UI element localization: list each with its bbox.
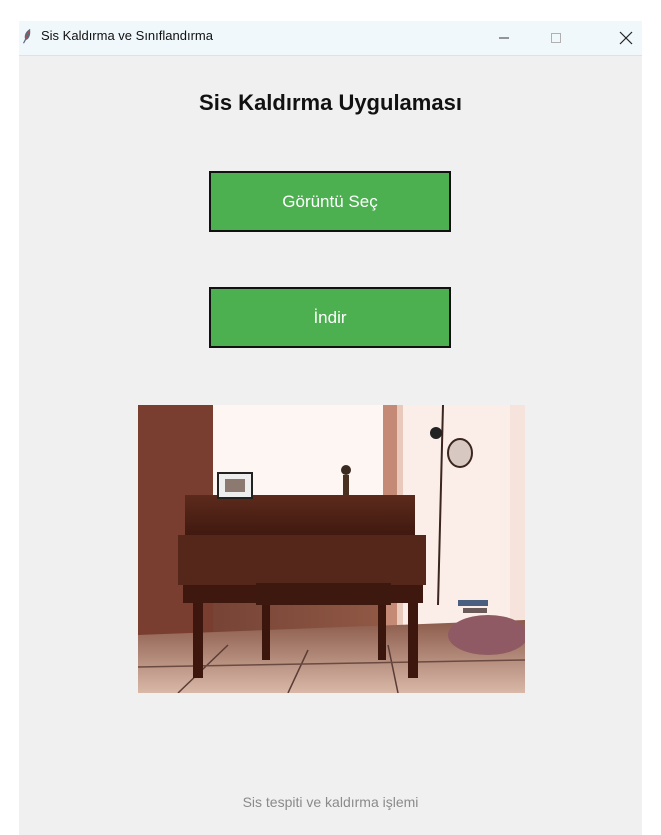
window-title: Sis Kaldırma ve Sınıflandırma bbox=[41, 28, 213, 43]
close-icon bbox=[619, 31, 633, 45]
status-text: Sis tespiti ve kaldırma işlemi bbox=[242, 794, 419, 810]
minimize-button[interactable] bbox=[481, 21, 527, 55]
maximize-icon bbox=[551, 33, 561, 43]
page-title: Sis Kaldırma Uygulaması bbox=[199, 90, 462, 115]
maximize-button[interactable] bbox=[533, 21, 579, 55]
title-bar[interactable]: Sis Kaldırma ve Sınıflandırma bbox=[19, 21, 642, 56]
select-image-button[interactable]: Görüntü Seç bbox=[209, 171, 451, 232]
minimize-icon bbox=[499, 37, 509, 39]
feather-app-icon bbox=[23, 28, 31, 44]
download-button[interactable]: İndir bbox=[209, 287, 451, 348]
app-window: Sis Kaldırma ve Sınıflandırma Sis Kaldır… bbox=[19, 21, 642, 835]
image-preview bbox=[138, 405, 525, 693]
close-button[interactable] bbox=[603, 21, 642, 55]
